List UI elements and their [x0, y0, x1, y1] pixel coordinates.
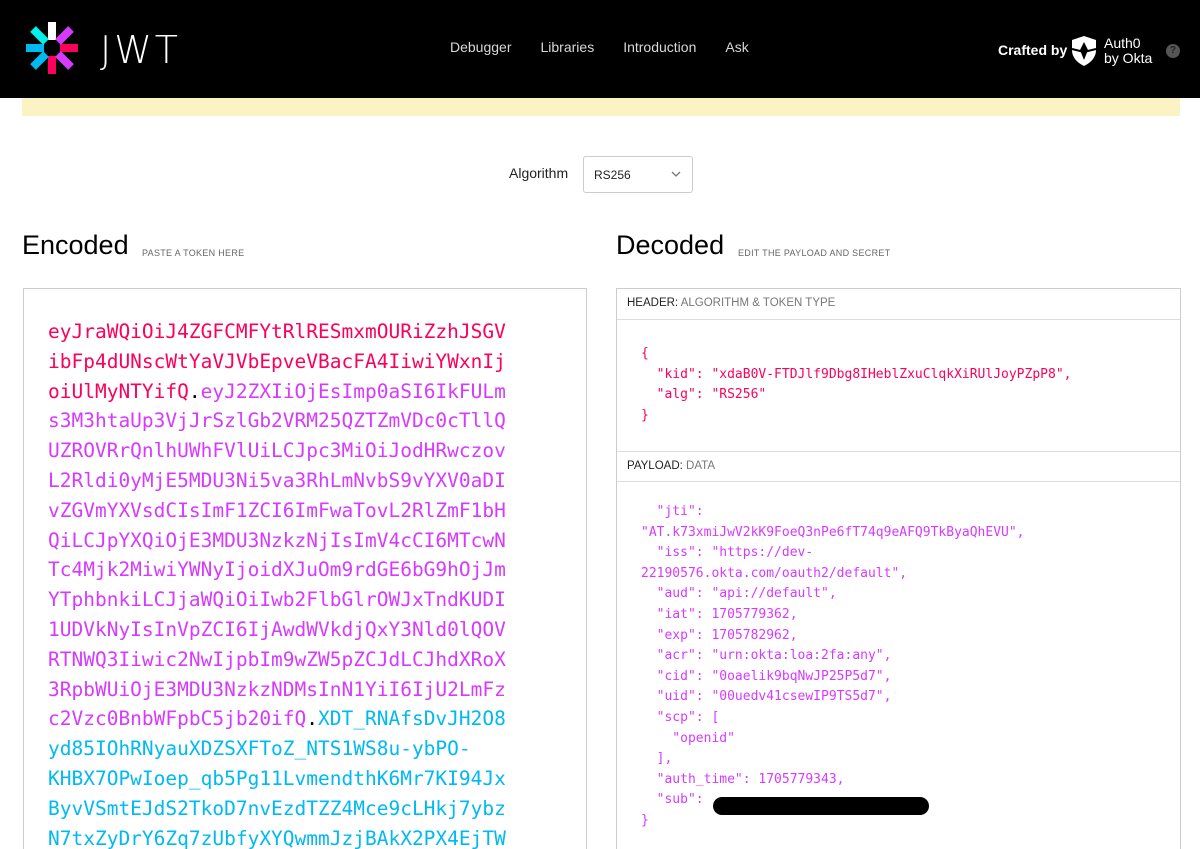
- token-segment-head: ibFp4dUNscWtYaVJVbEpveVBacFA4IiwiYWxnIj: [48, 349, 506, 373]
- token-segment-sig: ByvVSmtEJdS2TkoD7nvEzdTZZ4Mce9cLHkj7ybz: [48, 796, 506, 820]
- token-segment-pay: Tc4Mjk2MiwiYWNyIjoidXJuOm9rdGE6bG9hOjJm: [48, 558, 506, 582]
- algorithm-select[interactable]: RS256: [583, 156, 693, 193]
- encoded-subtitle: PASTE A TOKEN HERE: [142, 248, 245, 258]
- token-segment-dot: .: [188, 379, 201, 403]
- token-line: Tc4Mjk2MiwiYWNyIjoidXJuOm9rdGE6bG9hOjJm: [48, 555, 568, 585]
- token-segment-pay: c2Vzc0BnbWFpbC5jb20ifQ: [48, 707, 307, 731]
- token-segment-dot: .: [306, 707, 319, 731]
- token-segment-pay: UZROVRrQnlhUWhFVlUiLCJpc3MiOiJodHRwczov: [48, 439, 506, 463]
- token-line: UZROVRrQnlhUWhFVlUiLCJpc3MiOiJodHRwczov: [48, 436, 568, 466]
- token-line: oiUlMyNTYifQ.eyJ2ZXIiOjEsImp0aSI6IkFULm: [48, 377, 568, 407]
- token-line: eyJraWQiOiJ4ZGFCMFYtRlRESmxmOURiZzhJSGV: [48, 317, 568, 347]
- payload-section-title: PAYLOAD: DATA: [617, 451, 1180, 482]
- nav-libraries[interactable]: Libraries: [541, 39, 595, 55]
- token-segment-sig: XDT_RNAfsDvJH2O8: [318, 707, 506, 731]
- token-segment-pay: 1UDVkNyIsInVpZCI6IjAwdWVkdjQxY3Nld0lQOV: [48, 617, 506, 641]
- token-segment-sig: N7txZyDrY6Zq7zUbfyXYQwmmJzjBAkX2PX4EjTW: [48, 826, 506, 849]
- token-line: QiLCJpYXQiOjE3MDU3NzkzNjIsImV4cCI6MTcwN: [48, 526, 568, 556]
- nav-debugger[interactable]: Debugger: [450, 39, 512, 55]
- token-line: ibFp4dUNscWtYaVJVbEpveVBacFA4IiwiYWxnIj: [48, 347, 568, 377]
- token-segment-head: oiUlMyNTYifQ: [48, 379, 189, 403]
- payload-sublabel: DATA: [686, 460, 715, 472]
- decoded-panel: HEADER: ALGORITHM & TOKEN TYPE { "kid": …: [616, 288, 1181, 849]
- auth0-brand[interactable]: Auth0 by Okta: [1104, 36, 1152, 66]
- payload-json-editor[interactable]: "jti": "AT.k73xmiJwV2kK9FoeQ3nPe6fT74q9e…: [641, 502, 1025, 832]
- token-segment-pay: RTNWQ3Iiwic2NwIjpbIm9wZW5pZCJdLCJhdXRoX: [48, 647, 506, 671]
- redaction-bar: [713, 797, 929, 815]
- token-line: N7txZyDrY6Zq7zUbfyXYQwmmJzjBAkX2PX4EjTW: [48, 824, 568, 849]
- token-segment-pay: QiLCJpYXQiOjE3MDU3NzkzNjIsImV4cCI6MTcwN: [48, 528, 506, 552]
- token-line: 3RpbWUiOjE3MDU3NzkzNDMsInN1YiI6IjU2LmFz: [48, 675, 568, 705]
- token-line: RTNWQ3Iiwic2NwIjpbIm9wZW5pZCJdLCJhdXRoX: [48, 645, 568, 675]
- token-segment-pay: eyJ2ZXIiOjEsImp0aSI6IkFULm: [200, 379, 506, 403]
- crafted-by-label: Crafted by: [998, 42, 1068, 58]
- token-line: c2Vzc0BnbWFpbC5jb20ifQ.XDT_RNAfsDvJH2O8: [48, 704, 568, 734]
- nav-ask[interactable]: Ask: [725, 39, 748, 55]
- token-line: vZGVmYXVsdCIsImF1ZCI6ImFwaTovL2RlZmF1bH: [48, 496, 568, 526]
- encoded-token-text[interactable]: eyJraWQiOiJ4ZGFCMFYtRlRESmxmOURiZzhJSGV i…: [48, 317, 568, 849]
- token-segment-pay: L2Rldi0yMjE5MDU3Ni5va3RhLmNvbS9vYXV0aDI: [48, 468, 506, 492]
- header-sublabel: ALGORITHM & TOKEN TYPE: [680, 297, 836, 309]
- notice-banner: [22, 98, 1180, 116]
- token-segment-pay: YTphbnkiLCJjaWQiOiIwb2FlbGlrOWJxTndKUDI: [48, 588, 506, 612]
- auth0-shield-icon[interactable]: [1070, 35, 1098, 67]
- jwt-logo-icon[interactable]: [22, 18, 82, 78]
- token-line: YTphbnkiLCJjaWQiOiIwb2FlbGlrOWJxTndKUDI: [48, 585, 568, 615]
- payload-label: PAYLOAD:: [627, 460, 683, 472]
- token-line: ByvVSmtEJdS2TkoD7nvEzdTZZ4Mce9cLHkj7ybz: [48, 794, 568, 824]
- token-segment-sig: KHBX7OPwIoep_qb5Pg11LvmendthK6Mr7KI94Jx: [48, 766, 506, 790]
- token-segment-pay: 3RpbWUiOjE3MDU3NzkzNDMsInN1YiI6IjU2LmFz: [48, 677, 506, 701]
- header-section-title: HEADER: ALGORITHM & TOKEN TYPE: [617, 289, 1180, 320]
- token-line: 1UDVkNyIsInVpZCI6IjAwdWVkdjQxY3Nld0lQOV: [48, 615, 568, 645]
- help-icon[interactable]: ?: [1166, 44, 1180, 58]
- header-json-editor[interactable]: { "kid": "xdaB0V-FTDJlf9Dbg8IHeblZxuClqk…: [641, 344, 1071, 426]
- token-line: KHBX7OPwIoep_qb5Pg11LvmendthK6Mr7KI94Jx: [48, 764, 568, 794]
- decoded-title: Decoded: [616, 230, 725, 260]
- nav-introduction[interactable]: Introduction: [623, 39, 696, 55]
- brand-line2: by Okta: [1104, 50, 1153, 66]
- token-line: L2Rldi0yMjE5MDU3Ni5va3RhLmNvbS9vYXV0aDI: [48, 466, 568, 496]
- token-segment-pay: vZGVmYXVsdCIsImF1ZCI6ImFwaTovL2RlZmF1bH: [48, 498, 506, 522]
- token-segment-head: eyJraWQiOiJ4ZGFCMFYtRlRESmxmOURiZzhJSGV: [48, 320, 506, 343]
- algorithm-label: Algorithm: [509, 165, 569, 181]
- main-nav: Debugger Libraries Introduction Ask: [450, 39, 778, 55]
- header-label: HEADER:: [627, 297, 679, 309]
- brand-line1: Auth0: [1104, 35, 1141, 51]
- jwt-wordmark[interactable]: JWT: [100, 28, 181, 72]
- encoded-title: Encoded: [22, 230, 129, 260]
- chevron-down-icon: [671, 171, 681, 177]
- algorithm-value: RS256: [594, 168, 631, 182]
- token-segment-sig: yd85IOhRNyauXDZSXFToZ_NTS1WS8u-ybPO-: [48, 737, 471, 761]
- decoded-subtitle: EDIT THE PAYLOAD AND SECRET: [738, 248, 891, 258]
- token-line: s3M3htaUp3VjJrSzlGb2VRM25QZTZmVDc0cTllQ: [48, 406, 568, 436]
- encoded-token-editor[interactable]: eyJraWQiOiJ4ZGFCMFYtRlRESmxmOURiZzhJSGV i…: [23, 288, 587, 849]
- top-navbar: JWT Debugger Libraries Introduction Ask …: [0, 0, 1200, 98]
- token-line: yd85IOhRNyauXDZSXFToZ_NTS1WS8u-ybPO-: [48, 734, 568, 764]
- token-segment-pay: s3M3htaUp3VjJrSzlGb2VRM25QZTZmVDc0cTllQ: [48, 409, 506, 433]
